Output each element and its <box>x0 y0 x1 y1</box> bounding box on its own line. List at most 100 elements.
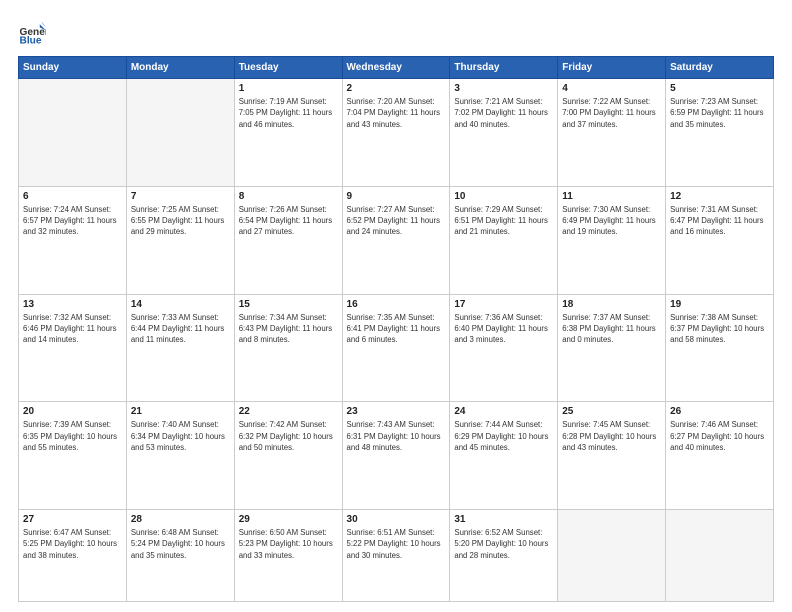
day-info: Sunrise: 7:24 AM Sunset: 6:57 PM Dayligh… <box>23 204 122 238</box>
day-info: Sunrise: 7:31 AM Sunset: 6:47 PM Dayligh… <box>670 204 769 238</box>
svg-text:Blue: Blue <box>20 36 42 46</box>
day-number: 4 <box>562 83 661 94</box>
day-info: Sunrise: 7:23 AM Sunset: 6:59 PM Dayligh… <box>670 96 769 130</box>
day-info: Sunrise: 7:36 AM Sunset: 6:40 PM Dayligh… <box>454 312 553 346</box>
header: General Blue <box>18 18 774 46</box>
calendar-cell: 12 Sunrise: 7:31 AM Sunset: 6:47 PM Dayli… <box>666 186 774 294</box>
day-of-week-header: Monday <box>126 57 234 79</box>
day-info: Sunrise: 7:34 AM Sunset: 6:43 PM Dayligh… <box>239 312 338 346</box>
logo-icon: General Blue <box>18 18 46 46</box>
calendar-cell: 25 Sunrise: 7:45 AM Sunset: 6:28 PM Dayli… <box>558 402 666 510</box>
calendar-cell: 2 Sunrise: 7:20 AM Sunset: 7:04 PM Daylig… <box>342 79 450 187</box>
logo: General Blue <box>18 18 50 46</box>
day-info: Sunrise: 7:29 AM Sunset: 6:51 PM Dayligh… <box>454 204 553 238</box>
day-info: Sunrise: 7:19 AM Sunset: 7:05 PM Dayligh… <box>239 96 338 130</box>
calendar-cell: 15 Sunrise: 7:34 AM Sunset: 6:43 PM Dayli… <box>234 294 342 402</box>
day-number: 22 <box>239 406 338 417</box>
day-number: 29 <box>239 514 338 525</box>
day-number: 20 <box>23 406 122 417</box>
day-number: 6 <box>23 191 122 202</box>
calendar-cell: 13 Sunrise: 7:32 AM Sunset: 6:46 PM Dayli… <box>19 294 127 402</box>
calendar-cell: 8Sunrise: 7:26 AM Sunset: 6:54 PM Daylig… <box>234 186 342 294</box>
day-info: Sunrise: 6:50 AM Sunset: 5:23 PM Dayligh… <box>239 527 338 561</box>
day-of-week-header: Saturday <box>666 57 774 79</box>
day-number: 7 <box>131 191 230 202</box>
day-number: 14 <box>131 299 230 310</box>
page: General Blue SundayMondayTuesdayWednesda… <box>0 0 792 612</box>
day-info: Sunrise: 7:21 AM Sunset: 7:02 PM Dayligh… <box>454 96 553 130</box>
calendar-cell: 17 Sunrise: 7:36 AM Sunset: 6:40 PM Dayli… <box>450 294 558 402</box>
day-number: 26 <box>670 406 769 417</box>
calendar-cell: 5 Sunrise: 7:23 AM Sunset: 6:59 PM Daylig… <box>666 79 774 187</box>
day-number: 30 <box>347 514 446 525</box>
day-info: Sunrise: 7:40 AM Sunset: 6:34 PM Dayligh… <box>131 419 230 453</box>
calendar-cell <box>126 79 234 187</box>
day-info: Sunrise: 7:37 AM Sunset: 6:38 PM Dayligh… <box>562 312 661 346</box>
day-number: 18 <box>562 299 661 310</box>
calendar-cell: 19 Sunrise: 7:38 AM Sunset: 6:37 PM Dayli… <box>666 294 774 402</box>
day-number: 12 <box>670 191 769 202</box>
day-of-week-header: Thursday <box>450 57 558 79</box>
calendar-body: 1 Sunrise: 7:19 AM Sunset: 7:05 PM Daylig… <box>19 79 774 602</box>
calendar-cell: 9Sunrise: 7:27 AM Sunset: 6:52 PM Daylig… <box>342 186 450 294</box>
day-number: 1 <box>239 83 338 94</box>
day-number: 9 <box>347 191 446 202</box>
day-number: 15 <box>239 299 338 310</box>
calendar-cell: 20Sunrise: 7:39 AM Sunset: 6:35 PM Dayli… <box>19 402 127 510</box>
calendar-week-row: 13 Sunrise: 7:32 AM Sunset: 6:46 PM Dayli… <box>19 294 774 402</box>
day-info: Sunrise: 6:48 AM Sunset: 5:24 PM Dayligh… <box>131 527 230 561</box>
calendar-cell: 1 Sunrise: 7:19 AM Sunset: 7:05 PM Daylig… <box>234 79 342 187</box>
day-of-week-header: Sunday <box>19 57 127 79</box>
day-number: 17 <box>454 299 553 310</box>
calendar-cell: 28 Sunrise: 6:48 AM Sunset: 5:24 PM Dayli… <box>126 510 234 602</box>
calendar-cell: 23Sunrise: 7:43 AM Sunset: 6:31 PM Dayli… <box>342 402 450 510</box>
calendar-cell: 11 Sunrise: 7:30 AM Sunset: 6:49 PM Dayli… <box>558 186 666 294</box>
day-number: 2 <box>347 83 446 94</box>
day-number: 25 <box>562 406 661 417</box>
day-info: Sunrise: 7:25 AM Sunset: 6:55 PM Dayligh… <box>131 204 230 238</box>
day-number: 31 <box>454 514 553 525</box>
day-number: 21 <box>131 406 230 417</box>
day-info: Sunrise: 7:32 AM Sunset: 6:46 PM Dayligh… <box>23 312 122 346</box>
day-number: 11 <box>562 191 661 202</box>
day-info: Sunrise: 7:30 AM Sunset: 6:49 PM Dayligh… <box>562 204 661 238</box>
day-number: 3 <box>454 83 553 94</box>
day-info: Sunrise: 7:46 AM Sunset: 6:27 PM Dayligh… <box>670 419 769 453</box>
day-info: Sunrise: 7:45 AM Sunset: 6:28 PM Dayligh… <box>562 419 661 453</box>
day-number: 13 <box>23 299 122 310</box>
day-info: Sunrise: 6:47 AM Sunset: 5:25 PM Dayligh… <box>23 527 122 561</box>
calendar-cell: 30 Sunrise: 6:51 AM Sunset: 5:22 PM Dayli… <box>342 510 450 602</box>
day-number: 16 <box>347 299 446 310</box>
day-info: Sunrise: 7:35 AM Sunset: 6:41 PM Dayligh… <box>347 312 446 346</box>
day-number: 24 <box>454 406 553 417</box>
calendar-week-row: 20Sunrise: 7:39 AM Sunset: 6:35 PM Dayli… <box>19 402 774 510</box>
day-info: Sunrise: 7:33 AM Sunset: 6:44 PM Dayligh… <box>131 312 230 346</box>
calendar-cell: 3 Sunrise: 7:21 AM Sunset: 7:02 PM Daylig… <box>450 79 558 187</box>
day-number: 19 <box>670 299 769 310</box>
day-number: 5 <box>670 83 769 94</box>
calendar-cell: 4Sunrise: 7:22 AM Sunset: 7:00 PM Daylig… <box>558 79 666 187</box>
day-info: Sunrise: 7:26 AM Sunset: 6:54 PM Dayligh… <box>239 204 338 238</box>
day-of-week-header: Friday <box>558 57 666 79</box>
day-info: Sunrise: 7:38 AM Sunset: 6:37 PM Dayligh… <box>670 312 769 346</box>
day-info: Sunrise: 6:51 AM Sunset: 5:22 PM Dayligh… <box>347 527 446 561</box>
calendar-header-row: SundayMondayTuesdayWednesdayThursdayFrid… <box>19 57 774 79</box>
day-of-week-header: Wednesday <box>342 57 450 79</box>
day-info: Sunrise: 7:20 AM Sunset: 7:04 PM Dayligh… <box>347 96 446 130</box>
day-info: Sunrise: 7:44 AM Sunset: 6:29 PM Dayligh… <box>454 419 553 453</box>
calendar-cell: 22 Sunrise: 7:42 AM Sunset: 6:32 PM Dayli… <box>234 402 342 510</box>
calendar-cell: 7 Sunrise: 7:25 AM Sunset: 6:55 PM Daylig… <box>126 186 234 294</box>
calendar-cell: 10Sunrise: 7:29 AM Sunset: 6:51 PM Dayli… <box>450 186 558 294</box>
calendar-cell: 31 Sunrise: 6:52 AM Sunset: 5:20 PM Dayli… <box>450 510 558 602</box>
calendar-cell <box>558 510 666 602</box>
day-info: Sunrise: 6:52 AM Sunset: 5:20 PM Dayligh… <box>454 527 553 561</box>
calendar-cell <box>19 79 127 187</box>
day-number: 28 <box>131 514 230 525</box>
calendar-cell: 16 Sunrise: 7:35 AM Sunset: 6:41 PM Dayli… <box>342 294 450 402</box>
calendar-cell: 29 Sunrise: 6:50 AM Sunset: 5:23 PM Dayli… <box>234 510 342 602</box>
calendar-week-row: 27Sunrise: 6:47 AM Sunset: 5:25 PM Dayli… <box>19 510 774 602</box>
day-of-week-header: Tuesday <box>234 57 342 79</box>
calendar-cell: 27Sunrise: 6:47 AM Sunset: 5:25 PM Dayli… <box>19 510 127 602</box>
calendar-cell: 14 Sunrise: 7:33 AM Sunset: 6:44 PM Dayli… <box>126 294 234 402</box>
day-info: Sunrise: 7:42 AM Sunset: 6:32 PM Dayligh… <box>239 419 338 453</box>
